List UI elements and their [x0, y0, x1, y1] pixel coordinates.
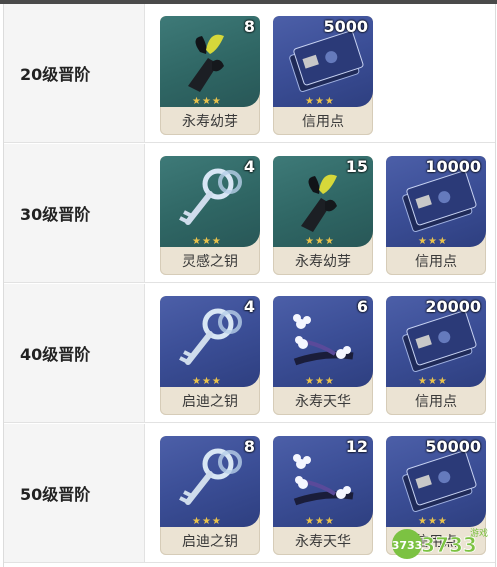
rarity-stars-icon: ★★★ — [192, 376, 222, 387]
material-name: 信用点 — [302, 114, 344, 130]
level-label: 40级晋阶 — [20, 345, 91, 364]
rarity-stars-icon: ★★★ — [192, 236, 222, 247]
ascension-row: 40级晋阶 4 ★★★ 启迪之钥 6 ★★★ 永寿天华 20000 ★★★ 信用点 — [4, 284, 495, 423]
material-name: 信用点 — [415, 394, 457, 410]
material-count: 5000 — [323, 17, 368, 36]
row-label-cell: 40级晋阶 — [4, 284, 145, 422]
material-name: 永寿幼芽 — [295, 254, 351, 270]
material-card[interactable]: 4 ★★★ 灵感之钥 — [160, 156, 260, 275]
material-count: 50000 — [425, 437, 481, 456]
material-name: 永寿天华 — [295, 534, 351, 550]
material-list: 8 ★★★ 永寿幼芽 5000 ★★★ 信用点 — [160, 16, 386, 135]
rarity-stars-icon: ★★★ — [305, 516, 335, 527]
rarity-stars-icon: ★★★ — [305, 236, 335, 247]
rarity-stars-icon: ★★★ — [192, 516, 222, 527]
svg-text:3733: 3733 — [421, 533, 477, 557]
level-label: 20级晋阶 — [20, 65, 91, 84]
rarity-stars-icon: ★★★ — [418, 236, 448, 247]
ascension-row: 20级晋阶 8 ★★★ 永寿幼芽 5000 ★★★ 信用点 — [4, 4, 495, 143]
material-card[interactable]: 6 ★★★ 永寿天华 — [273, 296, 373, 415]
material-card[interactable]: 8 ★★★ 启迪之钥 — [160, 436, 260, 555]
material-count: 6 — [356, 297, 368, 316]
level-label: 30级晋阶 — [20, 205, 91, 224]
material-name: 永寿幼芽 — [182, 114, 238, 130]
rarity-stars-icon: ★★★ — [418, 376, 448, 387]
material-count: 15 — [345, 157, 368, 176]
level-label: 50级晋阶 — [20, 485, 91, 504]
material-card[interactable]: 20000 ★★★ 信用点 — [386, 296, 486, 415]
material-name: 启迪之钥 — [182, 394, 238, 410]
material-count: 20000 — [425, 297, 481, 316]
material-count: 8 — [243, 437, 255, 456]
rarity-stars-icon: ★★★ — [192, 96, 222, 107]
ascension-row: 30级晋阶 4 ★★★ 灵感之钥 15 ★★★ 永寿幼芽 10000 ★★★ 信用点 — [4, 144, 495, 283]
material-card[interactable]: 10000 ★★★ 信用点 — [386, 156, 486, 275]
material-card[interactable]: 5000 ★★★ 信用点 — [273, 16, 373, 135]
rarity-stars-icon: ★★★ — [305, 376, 335, 387]
svg-text:游戏: 游戏 — [470, 527, 488, 539]
material-count: 12 — [345, 437, 368, 456]
material-card[interactable]: 12 ★★★ 永寿天华 — [273, 436, 373, 555]
material-count: 4 — [243, 297, 255, 316]
svg-text:3733: 3733 — [392, 539, 423, 552]
row-label-cell: 50级晋阶 — [4, 424, 145, 562]
material-name: 灵感之钥 — [182, 254, 238, 270]
material-card[interactable]: 4 ★★★ 启迪之钥 — [160, 296, 260, 415]
material-count: 4 — [243, 157, 255, 176]
material-name: 启迪之钥 — [182, 534, 238, 550]
material-list: 4 ★★★ 灵感之钥 15 ★★★ 永寿幼芽 10000 ★★★ 信用点 — [160, 156, 497, 275]
material-card[interactable]: 8 ★★★ 永寿幼芽 — [160, 16, 260, 135]
watermark-logo: 3733 3733 游戏 — [391, 522, 491, 562]
ascension-materials-table: 20级晋阶 8 ★★★ 永寿幼芽 5000 ★★★ 信用点 30级晋阶 4 ★★★ 灵感之钥 15 ★★… — [3, 4, 496, 567]
rarity-stars-icon: ★★★ — [305, 96, 335, 107]
material-name: 信用点 — [415, 254, 457, 270]
material-card[interactable]: 15 ★★★ 永寿幼芽 — [273, 156, 373, 275]
material-count: 8 — [243, 17, 255, 36]
material-count: 10000 — [425, 157, 481, 176]
material-name: 永寿天华 — [295, 394, 351, 410]
material-list: 4 ★★★ 启迪之钥 6 ★★★ 永寿天华 20000 ★★★ 信用点 — [160, 296, 497, 415]
row-label-cell: 30级晋阶 — [4, 144, 145, 282]
row-label-cell: 20级晋阶 — [4, 4, 145, 142]
